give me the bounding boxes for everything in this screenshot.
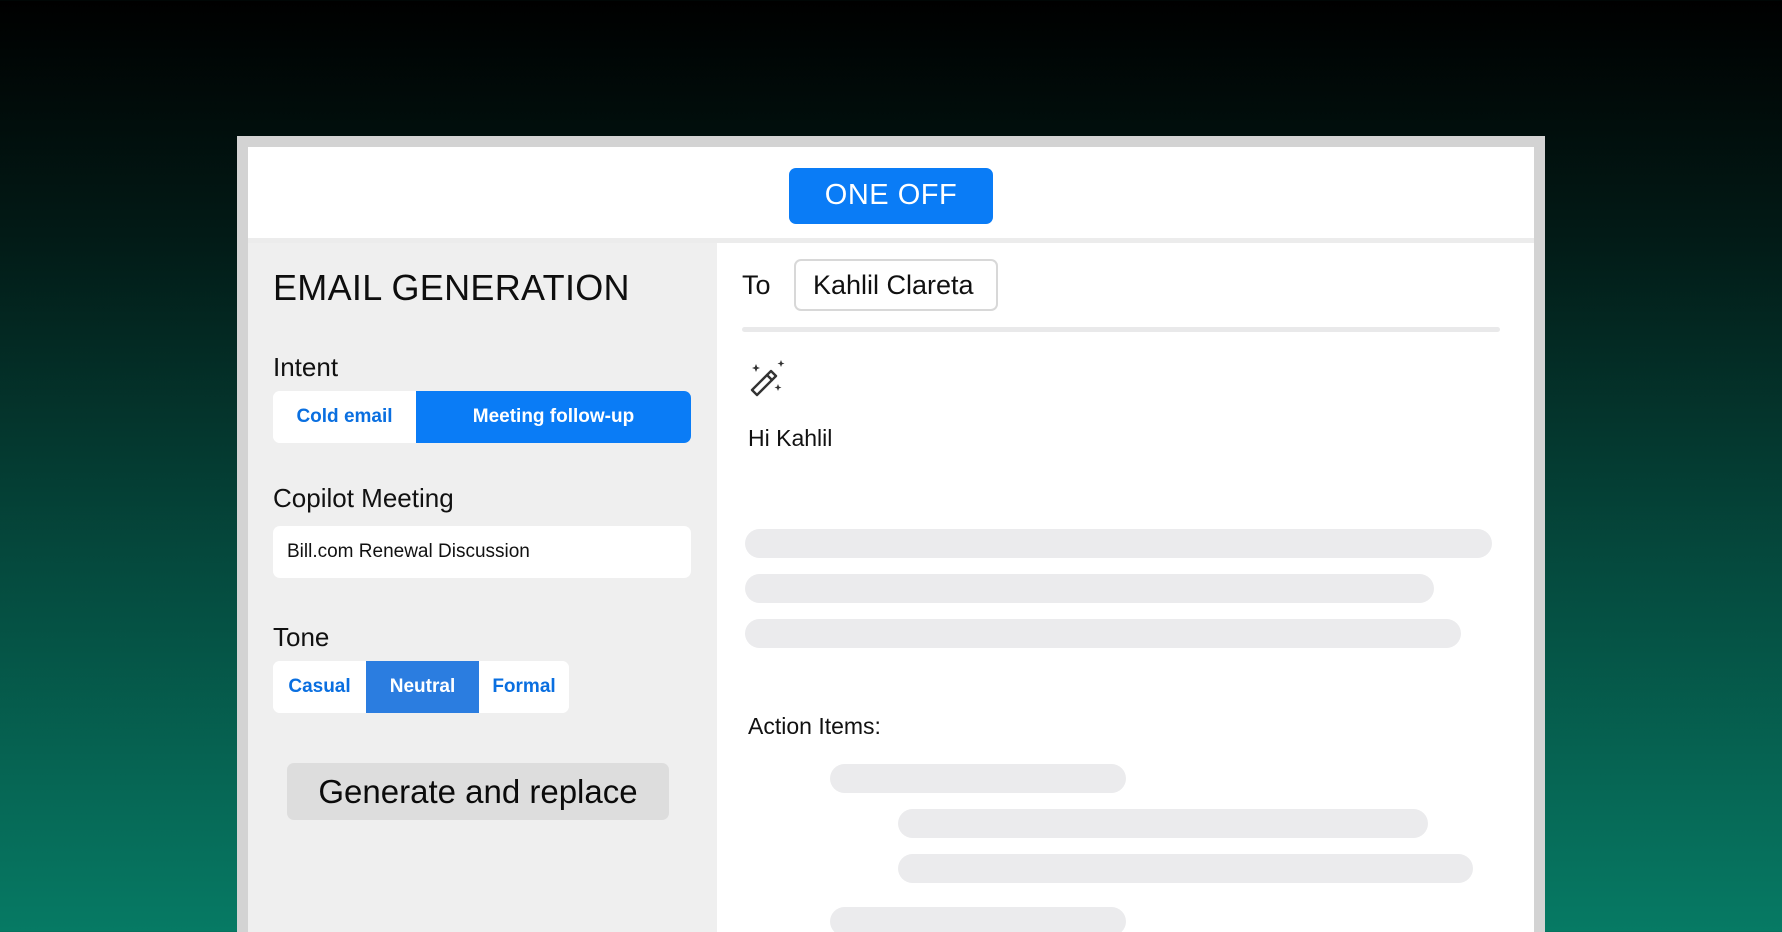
intent-label: Intent <box>273 352 339 382</box>
email-greeting: Hi Kahlil <box>748 425 833 451</box>
skeleton-line <box>745 619 1461 648</box>
app-frame: ONE OFF EMAIL GENERATION Intent Cold ema… <box>237 136 1545 932</box>
tone-label: Tone <box>273 622 330 652</box>
magic-wand-icon[interactable] <box>747 358 789 400</box>
intent-option-cold-email[interactable]: Cold email <box>273 391 416 443</box>
recipient-field[interactable]: Kahlil Clareta <box>794 259 998 311</box>
one-off-tab[interactable]: ONE OFF <box>789 167 993 224</box>
content-area: EMAIL GENERATION Intent Cold email Meeti… <box>248 243 1534 932</box>
to-label: To <box>742 269 771 300</box>
tone-segmented-control: Casual Neutral Formal <box>273 661 569 713</box>
skeleton-line <box>745 529 1492 558</box>
panel-title: EMAIL GENERATION <box>273 267 630 308</box>
intent-segmented-control: Cold email Meeting follow-up <box>273 391 691 443</box>
header-divider <box>742 327 1500 332</box>
recipient-row: To Kahlil Clareta <box>742 259 1502 311</box>
top-bar: ONE OFF <box>248 147 1534 243</box>
action-items-label: Action Items: <box>748 713 881 739</box>
skeleton-line <box>898 809 1428 838</box>
skeleton-line <box>830 907 1126 932</box>
generate-and-replace-button[interactable]: Generate and replace <box>287 763 669 820</box>
skeleton-line <box>830 764 1126 793</box>
meeting-label: Copilot Meeting <box>273 483 454 513</box>
email-editor: To Kahlil Clareta Hi Kahlil Action Items… <box>717 243 1534 932</box>
tone-option-formal[interactable]: Formal <box>479 661 569 713</box>
tone-option-casual[interactable]: Casual <box>273 661 366 713</box>
settings-panel: EMAIL GENERATION Intent Cold email Meeti… <box>248 243 717 932</box>
skeleton-line <box>745 574 1434 603</box>
skeleton-line <box>898 854 1473 883</box>
intent-option-meeting-follow-up[interactable]: Meeting follow-up <box>416 391 691 443</box>
tone-option-neutral[interactable]: Neutral <box>366 661 479 713</box>
app-window: ONE OFF EMAIL GENERATION Intent Cold ema… <box>248 147 1534 932</box>
meeting-select[interactable]: Bill.com Renewal Discussion <box>273 526 691 578</box>
